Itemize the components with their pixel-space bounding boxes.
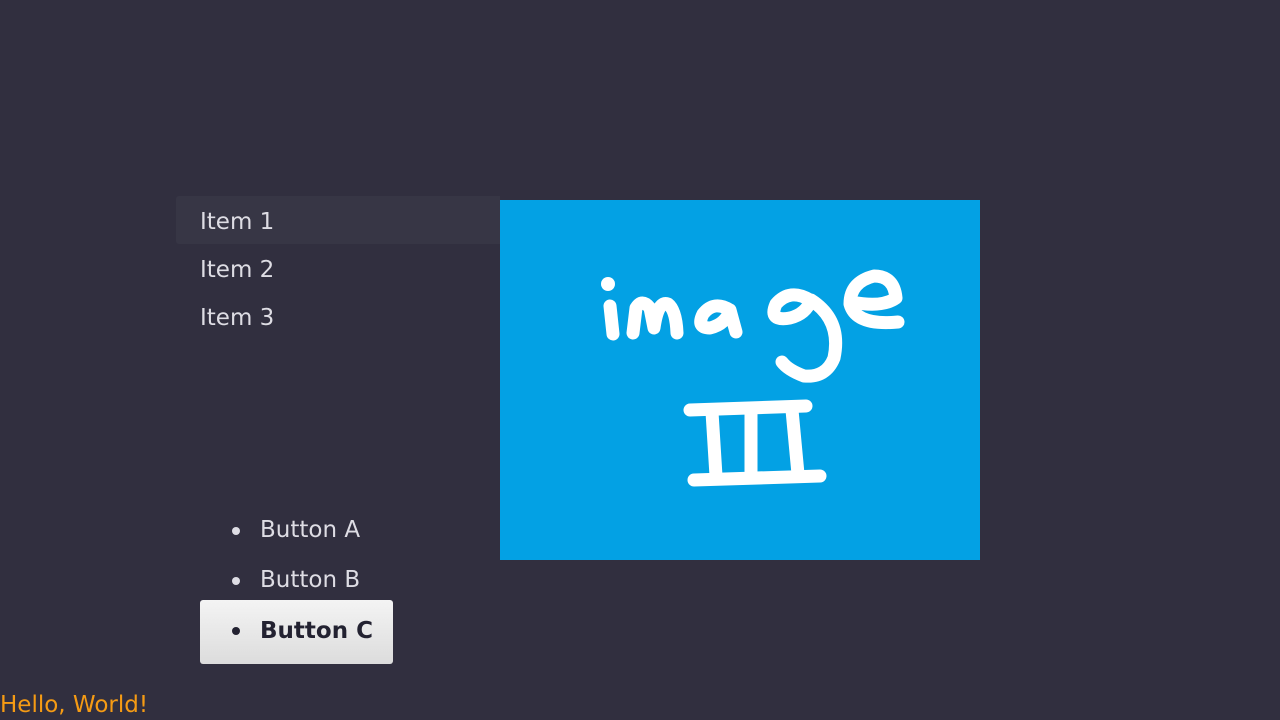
menu-item-3[interactable]: Item 3 (176, 292, 500, 340)
letter-e (843, 269, 905, 330)
image-drawing: image (601, 269, 905, 487)
button-a-label: Button A (260, 517, 361, 543)
letter-g (767, 288, 843, 383)
button-b[interactable]: Button B (200, 550, 393, 600)
menu-item-2[interactable]: Item 2 (176, 244, 500, 292)
app-stage: Item 1 Item 2 Item 3 image (0, 0, 1280, 720)
bullet-icon (232, 627, 240, 635)
footer-text: Hello, World! (0, 692, 149, 718)
button-list: Button A Button B Button C (200, 500, 393, 664)
button-c-label: Button C (260, 618, 373, 644)
image-placeholder: image (500, 200, 980, 560)
bullet-icon (232, 527, 240, 535)
button-c[interactable]: Button C (200, 600, 393, 664)
numeral-stroke-1 (705, 405, 723, 483)
menu-list: Item 1 Item 2 Item 3 (176, 196, 500, 340)
letter-m (626, 296, 684, 340)
menu-item-1[interactable]: Item 1 (176, 196, 500, 244)
letter-a (694, 299, 743, 339)
bullet-icon (232, 577, 240, 585)
numeral-bottom-bar (687, 469, 827, 487)
letter-i-dot (601, 277, 615, 291)
button-b-label: Button B (260, 567, 361, 593)
image-handwriting (603, 269, 905, 487)
letter-i (603, 299, 620, 341)
numeral-stroke-3 (785, 403, 805, 481)
button-a[interactable]: Button A (200, 500, 393, 550)
